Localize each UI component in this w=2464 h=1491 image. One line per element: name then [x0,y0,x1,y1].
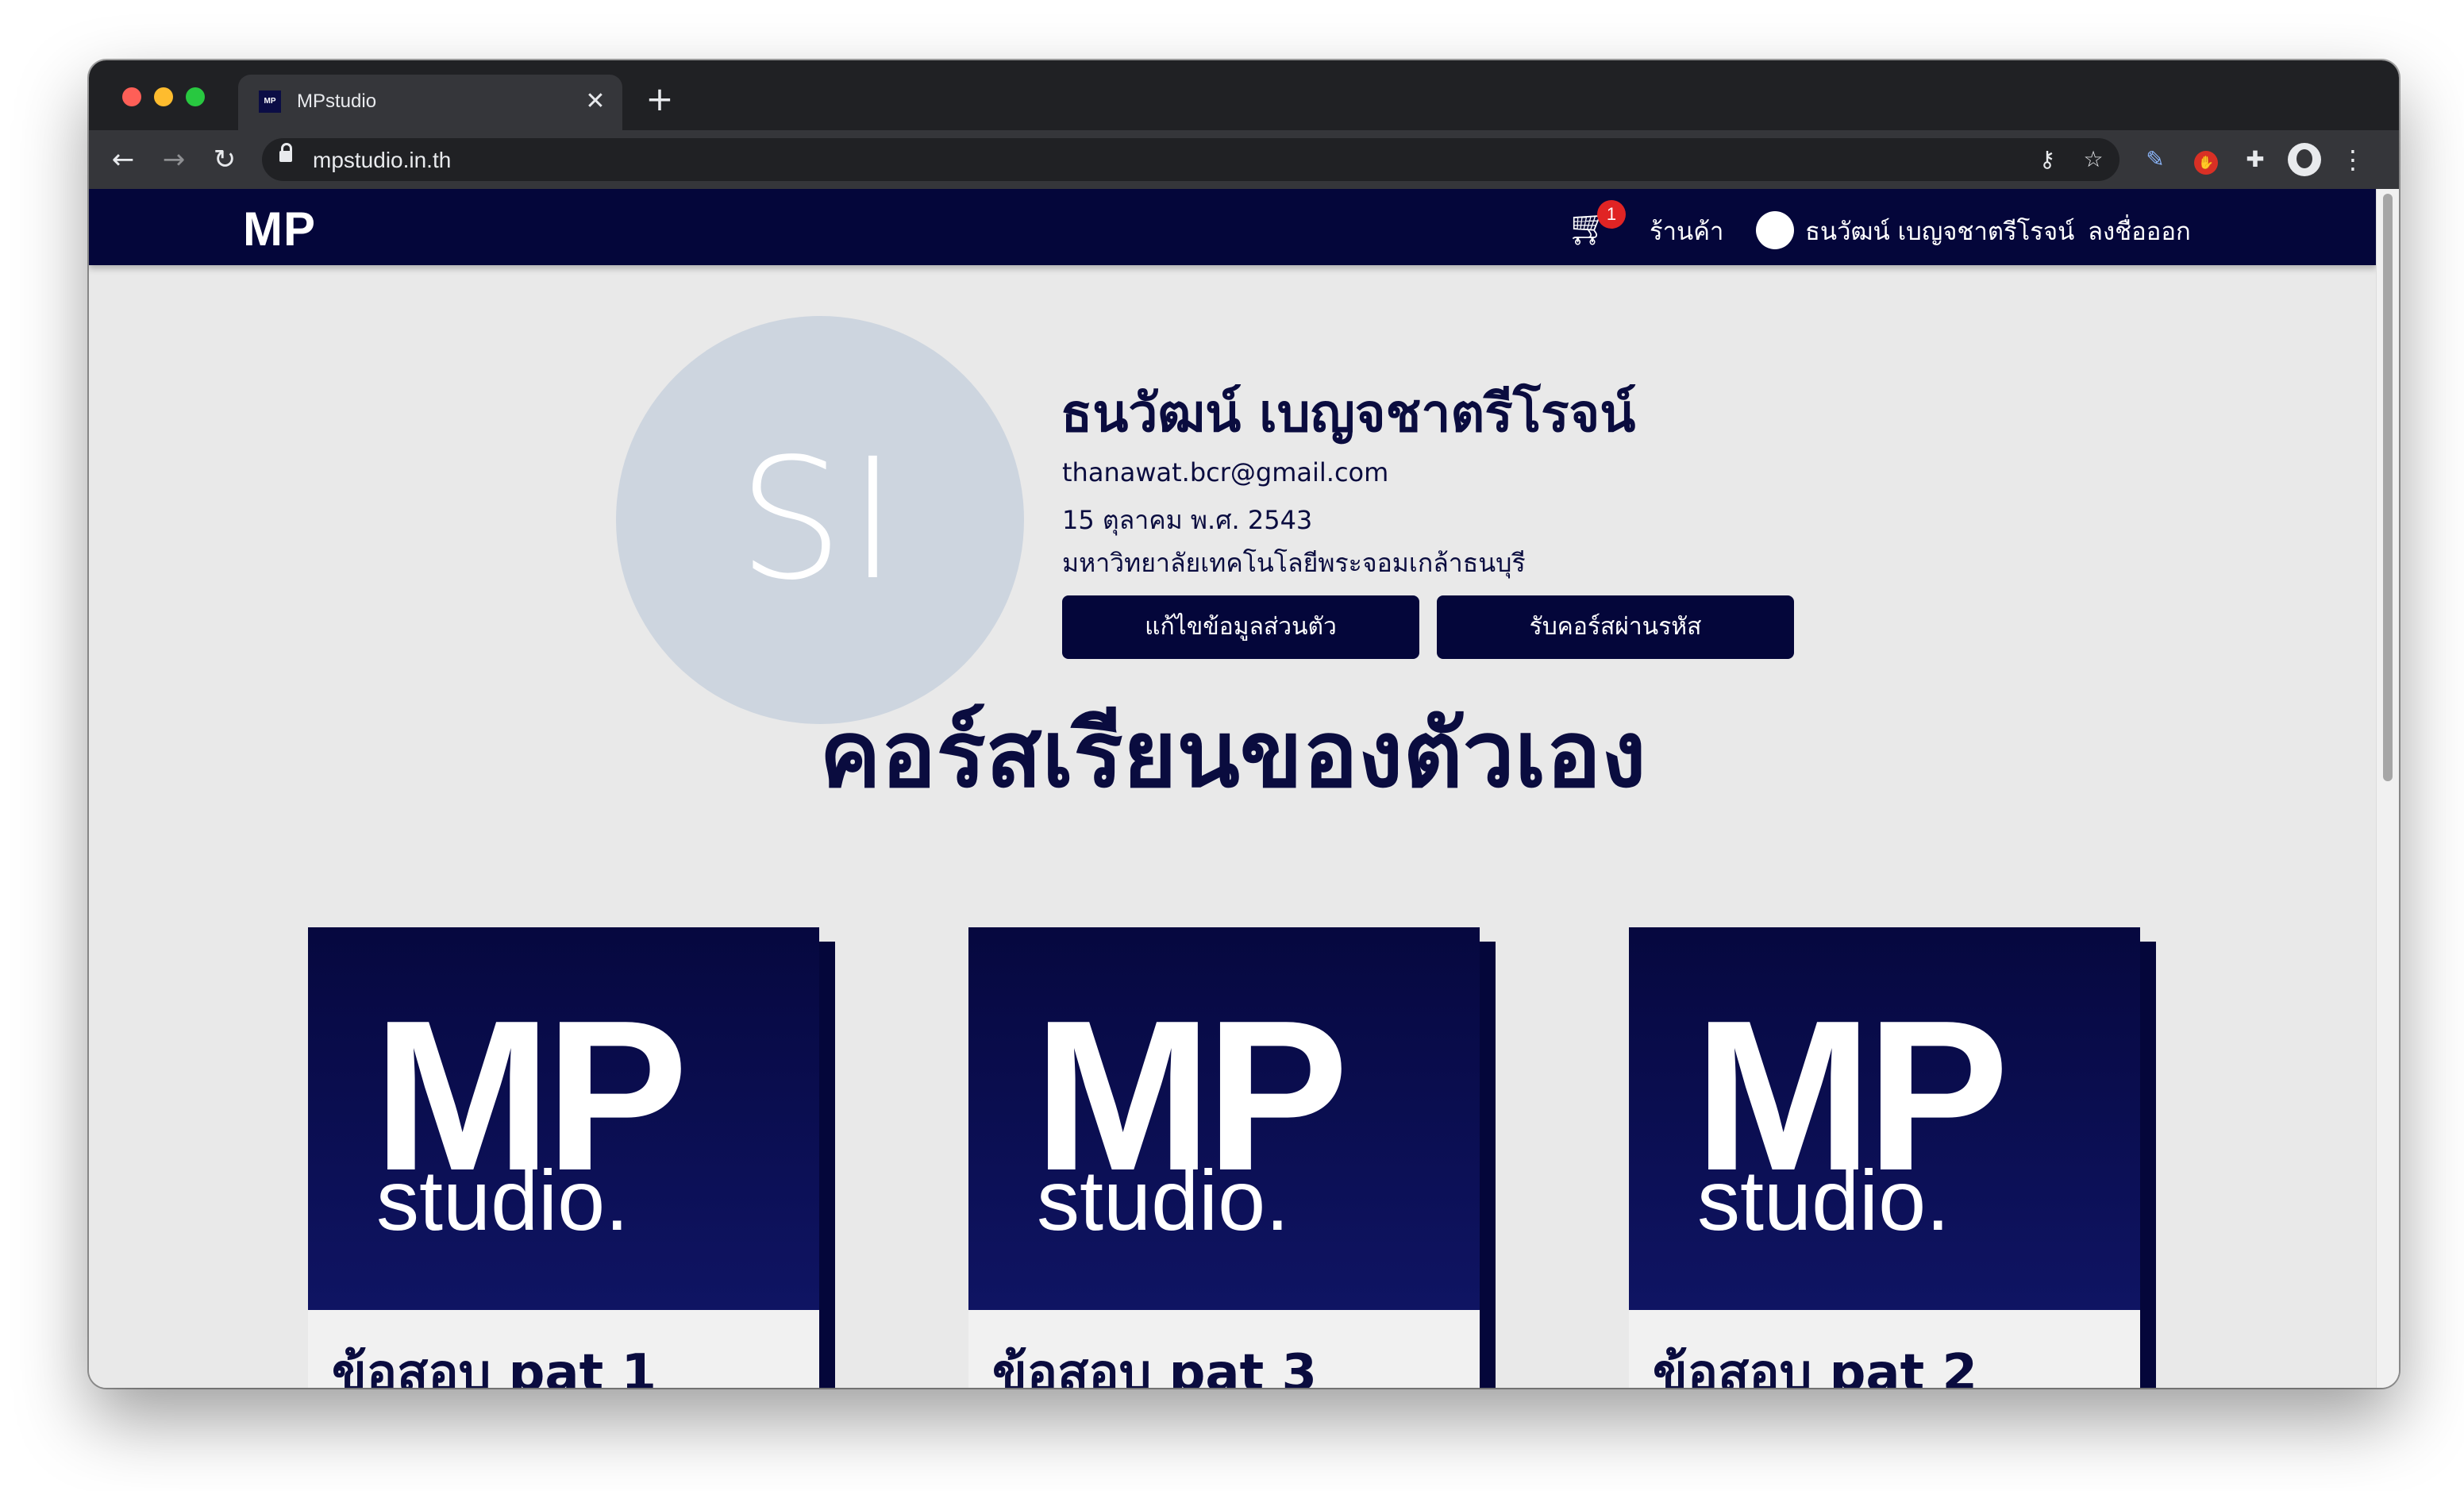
course-thumbnail: MP studio. [1629,927,2140,1310]
reload-icon[interactable]: ↻ [205,140,244,179]
address-bar[interactable]: mpstudio.in.th ⚷ ☆ [262,138,2119,181]
card-body: MP studio. ข้อสอบ pat 2 [1629,927,2140,1388]
thumbnail-logo-studio: studio. [1697,1152,1950,1248]
card-body: MP studio. ข้อสอบ pat 1 [308,927,819,1388]
thumbnail-logo-studio: studio. [376,1152,629,1248]
plus-icon[interactable]: + [641,81,678,118]
redeem-course-button[interactable]: รับคอร์สผ่านรหัส [1437,595,1794,659]
url-text[interactable]: mpstudio.in.th [313,148,451,173]
lock-icon [279,143,292,162]
page-scrollbar[interactable] [2376,189,2399,1388]
zoom-window-button[interactable] [186,87,205,106]
tab-title: MPstudio [297,91,377,112]
course-card[interactable]: MP studio. ข้อสอบ pat 2 [1629,927,2156,1388]
site-logo[interactable]: MP [243,202,316,256]
pen-extension-icon[interactable]: ✎ [2137,141,2173,178]
scrollbar-thumb[interactable] [2383,194,2393,781]
forward-arrow-icon[interactable]: → [154,140,194,179]
site-header: MP 🛒︎ 1 ร้านค้า ธนวัฒน์ เบญจชาตรีโรจน์ ล… [89,189,2377,265]
stop-hand-extension-icon[interactable]: ✋ [2188,141,2224,178]
logout-link[interactable]: ลงชื่อออก [2088,211,2191,251]
browser-tab[interactable]: MP MPstudio ✕ [238,75,622,130]
kebab-menu-icon[interactable]: ⋮ [2340,141,2366,178]
profile-email: thanawat.bcr@gmail.com [1062,457,1389,487]
page-viewport: MP 🛒︎ 1 ร้านค้า ธนวัฒน์ เบญจชาตรีโรจน์ ล… [89,189,2399,1388]
close-window-button[interactable] [122,87,141,106]
profile-avatar-icon[interactable] [2288,143,2321,176]
key-icon[interactable]: ⚷ [2029,141,2066,178]
profile-birthdate: 15 ตุลาคม พ.ศ. 2543 [1062,505,1313,535]
my-courses-heading: คอร์สเรียนของตัวเอง [819,701,1646,808]
profile-avatar: SI [616,316,1024,724]
back-arrow-icon[interactable]: ← [103,140,143,179]
favicon-icon: MP [259,91,281,113]
course-title: ข้อสอบ pat 1 [332,1344,656,1388]
card-body: MP studio. ข้อสอบ pat 3 [968,927,1480,1388]
tab-bar: MP MPstudio ✕ + [89,60,2399,130]
edit-profile-button[interactable]: แก้ไขข้อมูลส่วนตัว [1062,595,1419,659]
browser-window: MP MPstudio ✕ + ← → ↻ mpstudio.in.th ⚷ ☆… [89,60,2399,1388]
shop-link[interactable]: ร้านค้า [1650,211,1723,251]
course-title: ข้อสอบ pat 2 [1653,1344,1977,1388]
minimize-window-button[interactable] [154,87,173,106]
puzzle-icon[interactable]: ✚ [2237,141,2273,178]
course-title: ข้อสอบ pat 3 [992,1344,1317,1388]
user-avatar[interactable] [1756,211,1794,249]
user-name-link[interactable]: ธนวัฒน์ เบญจชาตรีโรจน์ [1805,211,2074,251]
cart-count-badge: 1 [1597,200,1626,229]
course-card[interactable]: MP studio. ข้อสอบ pat 1 [308,927,835,1388]
course-thumbnail: MP studio. [968,927,1480,1310]
avatar-initials: SI [737,422,903,617]
thumbnail-logo-studio: studio. [1037,1152,1290,1248]
cart-button[interactable]: 🛒︎ 1 [1567,200,1626,249]
profile-name: ธนวัฒน์ เบญจชาตรีโรจน์ [1061,383,1636,444]
profile-university: มหาวิทยาลัยเทคโนโลยีพระจอมเกล้าธนบุรี [1062,548,1526,578]
star-icon[interactable]: ☆ [2075,141,2112,178]
course-card[interactable]: MP studio. ข้อสอบ pat 3 [968,927,1496,1388]
course-thumbnail: MP studio. [308,927,819,1310]
browser-toolbar: ← → ↻ mpstudio.in.th ⚷ ☆ ✎ ✋ ✚ ⋮ [89,130,2399,189]
close-icon[interactable]: ✕ [579,86,611,118]
